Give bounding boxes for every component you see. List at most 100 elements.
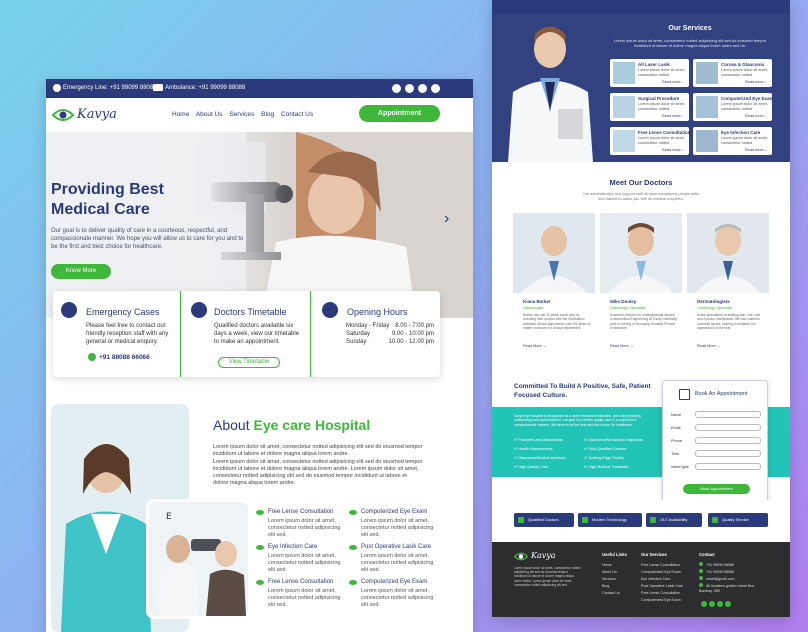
read-more-link[interactable]: Read more... (745, 80, 767, 84)
main-nav: Home About Us Services Blog Contact Us (172, 111, 313, 118)
emergency-text: Please feel free to contact our friendly… (86, 323, 169, 345)
contact-list: +91 99099 88088 +91 99099 88088 email@gm… (699, 562, 759, 593)
brand-name: Kavya (77, 107, 117, 122)
instagram-icon[interactable] (431, 84, 440, 93)
about-title-plain: About (213, 417, 254, 433)
footer-logo[interactable]: Kavya (514, 551, 564, 562)
service-thumb-image (696, 96, 718, 118)
phone-icon (699, 569, 703, 573)
nav-blog[interactable]: Blog (261, 111, 274, 118)
phone-icon (53, 84, 61, 92)
hours-row: Saturday 9.00 - 10:00 pm (346, 331, 434, 337)
eye-bullet-icon (349, 510, 357, 515)
service-card[interactable]: Computerized Eye Exam Lorem ipsum dolor … (693, 93, 774, 121)
calendar-icon (191, 302, 207, 318)
read-more-link[interactable]: Read more... (745, 148, 767, 152)
useful-links: Home About Us Services Blog Contact Us (602, 563, 620, 595)
service-card[interactable]: Cornea & Glaucoma Lorem ipsum dolor sit … (693, 59, 772, 87)
time-field[interactable] (695, 450, 761, 457)
know-more-button[interactable]: Know More (51, 264, 111, 279)
mail-icon (699, 576, 703, 580)
doctor-card: Mike Dooley Cardiology Specialist Academ… (600, 213, 682, 353)
service-card[interactable]: Eye Infection Care Lorem ipsum dolor sit… (693, 127, 772, 155)
hours-card: Opening Hours Monday - Friday 8.00 - 7:00… (311, 291, 440, 377)
name-field[interactable] (695, 411, 761, 418)
intent-field[interactable] (695, 463, 761, 470)
eye-bullet-icon (256, 510, 264, 515)
check-item: ✔ Glaucoma/Nonalcohol Injections (584, 438, 643, 442)
service-card[interactable]: All Laser Lasik Lorem ipsum dolor sit am… (610, 59, 689, 87)
services-title: Our Services (668, 25, 712, 32)
contact-title: Contact (699, 552, 715, 557)
calendar-book-icon (679, 389, 690, 400)
read-more-link[interactable]: Read more... (662, 114, 684, 118)
service-card[interactable]: Free Lense Consultation Lorem ipsum dolo… (610, 127, 691, 155)
twitter-icon[interactable] (405, 84, 414, 93)
whatsapp-icon[interactable] (418, 84, 427, 93)
commitment-text: Kavya Eye hospital is recognized as a wo… (514, 414, 641, 427)
facebook-icon[interactable] (701, 601, 707, 607)
emergency-phone[interactable]: +91 88088 66066 (99, 354, 150, 361)
read-more-link[interactable]: Read more... (662, 80, 684, 84)
brand-logo[interactable]: Kavya (52, 106, 122, 124)
useful-links-title: Useful Links (602, 552, 627, 557)
instagram-icon[interactable] (725, 601, 731, 607)
contact-email: email@gmail.com (699, 576, 759, 583)
about-title-accent: Eye care Hospital (253, 417, 371, 433)
phone-label: Phone (671, 439, 682, 443)
view-timetable-button[interactable]: View Timetable (218, 357, 280, 368)
nav-services[interactable]: Services (229, 111, 254, 118)
hero-next-arrow[interactable]: › (444, 210, 449, 228)
check-item: ✔ High Medical Treatment (584, 465, 629, 469)
top-bar: Emergency Line: +91 99099 88088 Ambulanc… (46, 79, 473, 98)
contact-address: All locations golden street Bos Bombay, … (699, 583, 755, 593)
service-card[interactable]: Surgical Procedure Lorem ipsum dolor sit… (610, 93, 689, 121)
navbar: Kavya Home About Us Services Blog Contac… (46, 98, 473, 132)
read-more-link[interactable]: Read more... (662, 148, 684, 152)
doctors-section: Meet Our Doctors Our administrative and … (492, 162, 790, 360)
check-item: ✔ Glaucoma/Alcohol Injections (514, 456, 567, 460)
commitment-title: Committed To Build A Positive, Safe, Pat… (514, 383, 651, 399)
book-appointment-button[interactable]: Book Appointment (683, 484, 750, 494)
booking-title: Book An Appointment (695, 391, 748, 397)
eye-bullet-icon (256, 545, 264, 550)
contact-phone: +91 99099 88088 (699, 562, 759, 569)
homepage-preview-left: Emergency Line: +91 99099 88088 Ambulanc… (46, 79, 473, 632)
quality-badge-icon (712, 517, 718, 523)
hours-title: Opening Hours (347, 307, 408, 317)
hero-text: Our goal is to deliver quality of care i… (51, 228, 244, 250)
appointment-button[interactable]: Appointment (359, 105, 440, 122)
about-para1: Lorem ipsum dolor sit amet, consectetur … (213, 444, 423, 457)
doctor-read-more[interactable]: Read More → (523, 344, 547, 348)
footer-text: Lorem ipsum dolor sit amet, consectetur … (514, 566, 581, 587)
footer-brand-name: Kavya (531, 551, 556, 560)
whatsapp-icon[interactable] (717, 601, 723, 607)
booking-form: Book An Appointment Name Email Phone Tim… (662, 380, 768, 502)
timetable-card: Doctors Timetable Qualified doctors avai… (182, 291, 311, 377)
email-field[interactable] (695, 424, 761, 431)
tech-badge-icon (582, 517, 588, 523)
doctor-read-more[interactable]: Read More → (697, 344, 721, 348)
nav-home[interactable]: Home (172, 111, 189, 118)
top-strip (492, 0, 790, 14)
twitter-icon[interactable] (709, 601, 715, 607)
check-item: ✔ Fractures and dislocations (514, 438, 563, 442)
read-more-link[interactable]: Read more... (745, 114, 767, 118)
hours-row: Monday - Friday 8.00 - 7:00 pm (346, 323, 434, 329)
eye-bullet-icon (349, 545, 357, 550)
check-item: ✔ High Quality Care (514, 465, 549, 469)
service-thumb-image (613, 62, 635, 84)
eye-logo-icon (52, 109, 74, 121)
timetable-title: Doctors Timetable (214, 307, 287, 317)
service-thumb-image (696, 62, 718, 84)
service-thumb-image (613, 130, 635, 152)
phone-field[interactable] (695, 437, 761, 444)
nav-contact[interactable]: Contact Us (281, 111, 313, 118)
nav-about[interactable]: About Us (196, 111, 223, 118)
doctor-photo (687, 213, 769, 293)
footer-services: Free Lense Consultation Computerized Eye… (641, 563, 683, 602)
doctor-read-more[interactable]: Read More → (610, 344, 634, 348)
eye-bullet-icon (349, 580, 357, 585)
facebook-icon[interactable] (392, 84, 401, 93)
ambulance-line: Ambulance: +91 99099 88088 (165, 85, 246, 91)
